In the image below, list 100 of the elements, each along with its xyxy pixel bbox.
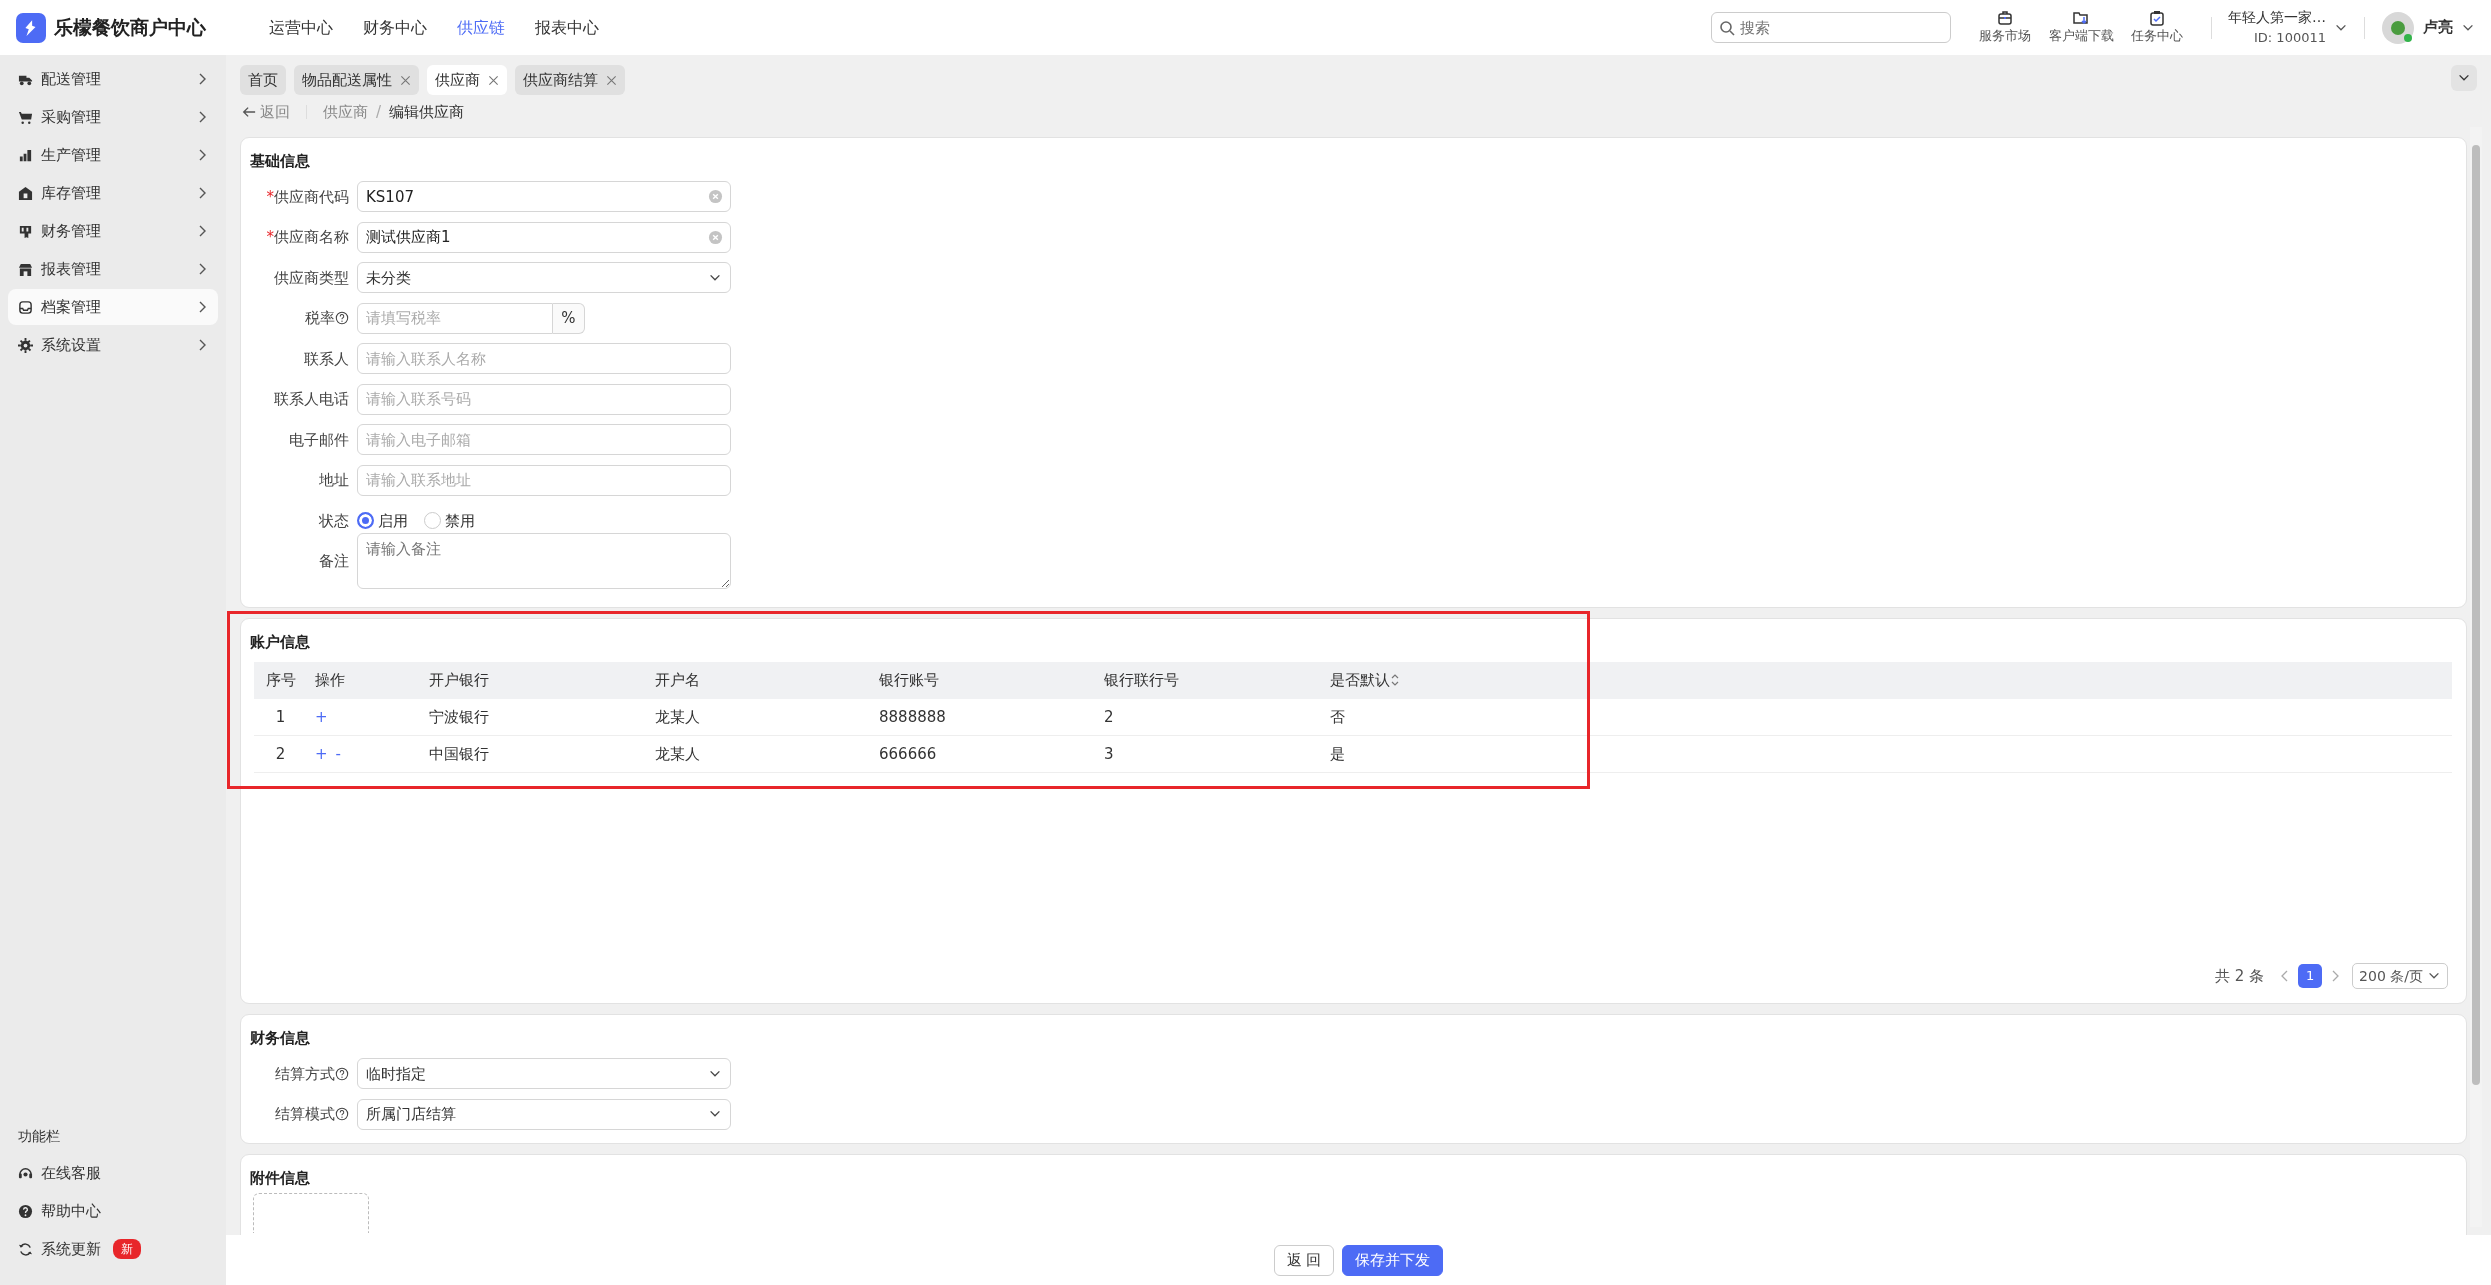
table-cell: 8888888 — [879, 707, 946, 726]
refresh-icon — [18, 1241, 33, 1257]
table-cell: 龙某人 — [655, 707, 700, 726]
table-cell: 否 — [1330, 707, 1345, 726]
field-label: 税率 — [305, 308, 335, 329]
breadcrumb-item: 编辑供应商 — [389, 101, 465, 123]
user-name[interactable]: 卢亮 — [2423, 16, 2453, 39]
scrollbar-thumb[interactable] — [2472, 145, 2480, 1085]
sidebar-item[interactable]: 报表管理 — [8, 251, 218, 287]
sidebar-item[interactable]: 档案管理 — [8, 289, 218, 325]
page-tab[interactable]: 首页 — [240, 65, 286, 95]
save-button[interactable]: 保存并下发 — [1342, 1244, 1444, 1276]
radio-option[interactable]: 启用 — [357, 509, 408, 532]
new-badge: 新 — [113, 1239, 141, 1259]
bar-chart-icon — [18, 147, 33, 163]
column-header: 银行账号 — [879, 669, 939, 691]
sidebar-item[interactable]: 在线客服 — [8, 1155, 218, 1191]
section-title: 财务信息 — [249, 1028, 311, 1049]
radio-option[interactable]: 禁用 — [424, 509, 475, 532]
close-icon — [400, 74, 411, 86]
field-label: 联系人 — [304, 348, 349, 370]
field-label: 供应商类型 — [274, 267, 349, 289]
textarea-field[interactable]: 请输入备注 — [357, 533, 731, 590]
column-header: 开户银行 — [429, 669, 489, 691]
sidebar-item[interactable]: 系统设置 — [8, 327, 218, 363]
house-icon — [18, 185, 33, 201]
page-tab[interactable]: 供应商结算 — [515, 65, 625, 95]
field-label: 结算方式 — [275, 1063, 335, 1085]
upload-area[interactable] — [253, 1193, 369, 1233]
inbox-icon — [18, 299, 33, 315]
sort-icon — [1390, 673, 1400, 687]
close-icon — [488, 74, 499, 86]
folder-download-icon — [2073, 9, 2089, 26]
tool-label[interactable]: 客户端下载 — [2048, 25, 2114, 46]
store-icon — [18, 261, 33, 277]
field-label: 电子邮件 — [289, 429, 349, 451]
table-cell: 666666 — [879, 744, 937, 763]
select-field[interactable]: 未分类 — [357, 262, 731, 294]
row-action-link[interactable]: + — [315, 744, 328, 763]
input-field[interactable]: 请填写税率 — [357, 302, 553, 334]
top-nav-link[interactable]: 报表中心 — [520, 15, 614, 40]
receipt-icon — [18, 223, 33, 239]
table-cell: 2 — [1104, 707, 1114, 726]
input-field[interactable]: 测试供应商1 — [357, 221, 731, 253]
field-label: 状态 — [319, 510, 349, 532]
avatar-icon[interactable] — [2381, 10, 2415, 45]
clear-icon — [708, 189, 723, 205]
input-field[interactable]: 请输入联系人名称 — [357, 343, 731, 375]
required-mark: * — [266, 227, 274, 248]
collapse-button[interactable] — [2451, 65, 2477, 91]
top-nav-link[interactable]: 运营中心 — [254, 15, 348, 40]
sidebar-item[interactable]: 生产管理 — [8, 137, 218, 173]
sidebar-item[interactable]: 帮助中心 — [8, 1193, 218, 1229]
top-nav-link[interactable]: 财务中心 — [348, 15, 442, 40]
input-field[interactable]: KS107 — [357, 181, 731, 213]
chevron-right-icon — [2330, 970, 2341, 982]
sidebar-item[interactable]: 系统更新 新 — [8, 1231, 218, 1267]
search-field[interactable]: 搜索 — [1711, 12, 1951, 43]
help-icon — [335, 1107, 349, 1122]
page-size-select[interactable]: 200 条/页 — [2352, 963, 2448, 989]
section-title: 基础信息 — [249, 151, 311, 172]
column-header: 开户名 — [655, 669, 700, 691]
table-cell: 3 — [1104, 744, 1114, 763]
cart-icon — [18, 109, 33, 125]
sidebar-item[interactable]: 采购管理 — [8, 99, 218, 135]
back-button[interactable]: 返 回 — [1273, 1244, 1335, 1276]
input-field[interactable]: 请输入联系地址 — [357, 464, 731, 496]
select-field[interactable]: 临时指定 — [357, 1058, 731, 1090]
page-tab[interactable]: 物品配送属性 — [294, 65, 419, 95]
sidebar-item[interactable]: 配送管理 — [8, 61, 218, 97]
tool-label[interactable]: 服务市场 — [1979, 25, 2031, 46]
table-cell: 是 — [1330, 744, 1345, 763]
arrow-left-icon — [242, 105, 256, 119]
column-header: 银行联行号 — [1104, 669, 1179, 691]
field-label: 结算模式 — [275, 1104, 335, 1125]
sidebar-item[interactable]: 库存管理 — [8, 175, 218, 211]
top-nav-link[interactable]: 供应链 — [442, 15, 520, 40]
tool-label[interactable]: 任务中心 — [2131, 25, 2183, 46]
input-field[interactable]: 请输入联系号码 — [357, 383, 731, 415]
field-label: 供应商名称 — [274, 227, 349, 248]
clear-icon — [708, 229, 723, 245]
section-title: 功能栏 — [17, 1127, 61, 1146]
breadcrumb-separator: / — [376, 101, 382, 123]
field-label: 联系人电话 — [274, 389, 349, 410]
field-label: 地址 — [319, 470, 349, 491]
column-header: 操作 — [315, 669, 345, 691]
app-name: 乐檬餐饮商户中心 — [54, 15, 206, 41]
account-name[interactable]: 年轻人第一家… — [2228, 7, 2326, 29]
input-field[interactable]: 请输入电子邮箱 — [357, 424, 731, 456]
select-field[interactable]: 所属门店结算 — [357, 1098, 731, 1130]
logo-icon — [16, 12, 46, 43]
unit-addon: % — [553, 302, 585, 334]
help-icon — [335, 311, 349, 326]
row-action-link[interactable]: + — [315, 707, 328, 726]
row-action-link[interactable]: - — [335, 744, 341, 763]
page-tab[interactable]: 供应商 — [427, 65, 507, 95]
page-number[interactable]: 1 — [2298, 964, 2323, 988]
sidebar-item[interactable]: 财务管理 — [8, 213, 218, 249]
headset-icon — [18, 1165, 33, 1181]
table-cell: 宁波银行 — [429, 707, 489, 726]
